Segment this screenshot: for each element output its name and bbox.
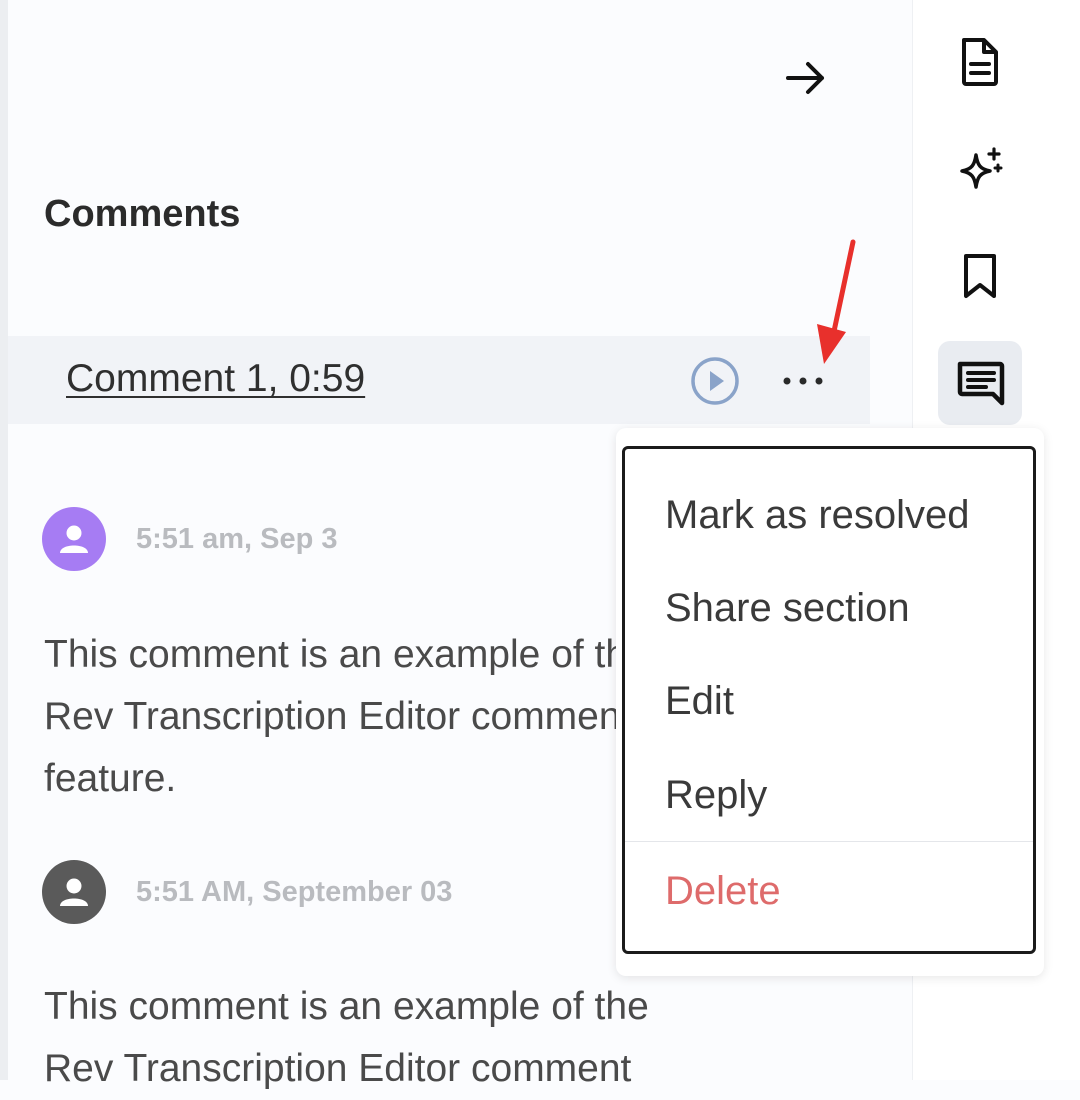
user-icon [60,525,88,553]
comment-line: This comment is an example of the [44,985,649,1028]
comment-body: This comment is an example of the Rev Tr… [44,976,804,1100]
menu-divider [625,841,1033,842]
collapse-panel-button[interactable] [778,50,834,106]
comment-line: This comment is an example of the [44,633,649,676]
comment-timestamp: 5:51 AM, September 03 [136,875,453,908]
comment-options-menu: Mark as resolved Share section Edit Repl… [622,446,1036,954]
comment-icon [957,361,1005,406]
menu-item-delete[interactable]: Delete [665,869,781,914]
more-horizontal-icon [783,377,823,385]
comment-timestamp: 5:51 am, Sep 3 [136,522,338,555]
menu-item-mark-resolved[interactable]: Mark as resolved [665,493,970,538]
play-comment-button[interactable] [690,356,740,406]
comment-entry-meta: 5:51 AM, September 03 [42,860,452,924]
arrow-right-icon [786,62,824,94]
comment-link[interactable]: Comment 1, 0:59 [66,357,365,401]
comment-line: Rev Transcription Editor comment [44,695,632,738]
comment-line: Rev Transcription Editor comment [44,1047,632,1090]
bookmark-icon [964,254,996,298]
comment-header: Comment 1, 0:59 [8,336,870,424]
panel-title: Comments [44,193,241,235]
rail-item-bookmarks[interactable] [938,234,1022,318]
comment-entry-meta: 5:51 am, Sep 3 [42,507,338,571]
rail-item-ai[interactable] [938,127,1022,211]
avatar [42,860,106,924]
menu-item-edit[interactable]: Edit [665,679,734,724]
menu-item-reply[interactable]: Reply [665,773,767,818]
comment-line: feature. [44,757,177,800]
rail-item-transcript[interactable] [938,20,1022,104]
more-options-button[interactable] [778,358,828,404]
menu-item-share-section[interactable]: Share section [665,586,910,631]
play-circle-icon [691,357,739,405]
document-icon [962,38,998,86]
user-icon [60,878,88,906]
window-edge [0,0,8,1080]
avatar [42,507,106,571]
rail-item-comments[interactable] [938,341,1022,425]
sparkle-icon [960,147,1003,189]
